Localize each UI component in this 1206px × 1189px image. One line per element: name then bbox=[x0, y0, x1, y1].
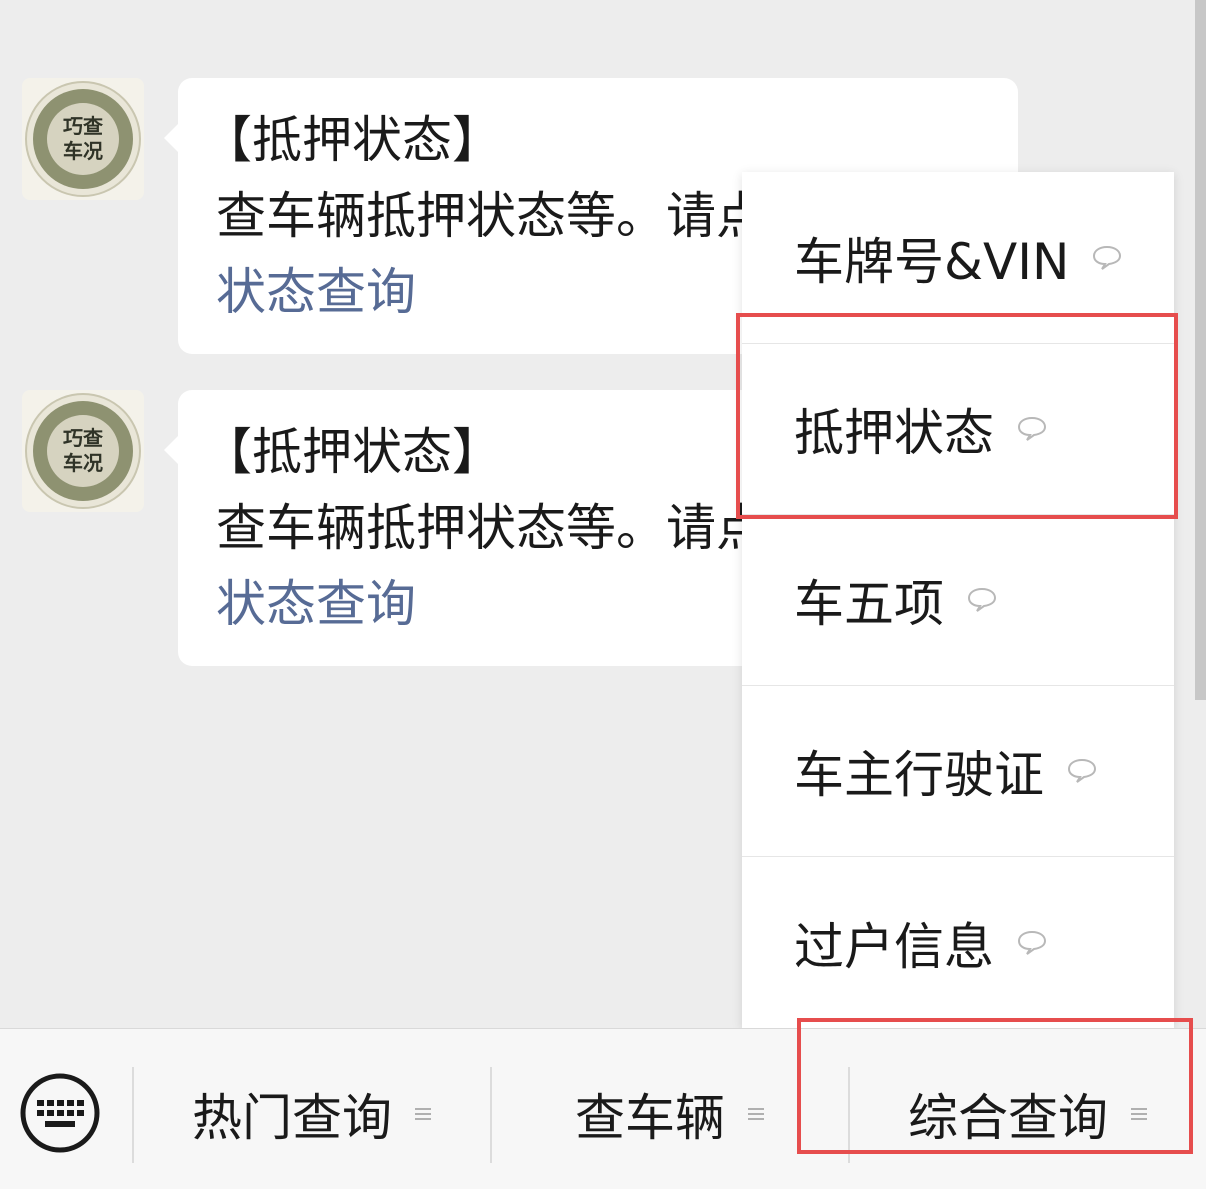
chat-bubble-icon bbox=[967, 587, 997, 612]
submenu-item-transfer-info[interactable]: 过户信息 bbox=[742, 856, 1174, 1028]
menu-hot-query-button[interactable]: 热门查询 bbox=[134, 1059, 490, 1169]
avatar-text-line1: 巧查 bbox=[63, 426, 103, 450]
submenu-item-label: 车五项 bbox=[794, 575, 944, 633]
avatar[interactable]: 巧查 车况 bbox=[22, 78, 144, 200]
avatar-text-line1: 巧查 bbox=[63, 114, 103, 138]
menu-lines-icon bbox=[1131, 1108, 1147, 1120]
keyboard-icon[interactable] bbox=[20, 1073, 100, 1153]
chat-bubble-icon bbox=[1017, 416, 1047, 441]
submenu-item-label: 过户信息 bbox=[794, 917, 994, 976]
logo-icon: 巧查 车况 bbox=[25, 393, 141, 509]
chat-bubble-icon bbox=[1067, 758, 1097, 783]
avatar[interactable]: 巧查 车况 bbox=[22, 390, 144, 512]
menu-label: 综合查询 bbox=[908, 1089, 1108, 1147]
submenu-item-label: 车牌号&VIN bbox=[794, 232, 1070, 291]
scrollbar[interactable] bbox=[1195, 0, 1206, 700]
menu-label: 热门查询 bbox=[192, 1089, 392, 1147]
menu-lines-icon bbox=[748, 1108, 764, 1120]
chat-bubble-icon bbox=[1017, 930, 1047, 955]
logo-icon: 巧查 车况 bbox=[25, 81, 141, 197]
menu-check-vehicle-button[interactable]: 查车辆 bbox=[492, 1059, 848, 1169]
status-query-link[interactable]: 状态查询 bbox=[216, 574, 416, 634]
bottom-menu-bar: 热门查询 查车辆 综合查询 bbox=[0, 1028, 1206, 1189]
submenu-item-plate-vin[interactable]: 车牌号&VIN bbox=[742, 172, 1174, 343]
submenu-item-mortgage-status[interactable]: 抵押状态 bbox=[742, 343, 1174, 514]
avatar-text-line2: 车况 bbox=[63, 139, 103, 163]
submenu-item-car-five[interactable]: 车五项 bbox=[742, 514, 1174, 685]
chat-bubble-icon bbox=[1093, 245, 1122, 270]
message-title: 【抵押状态】 bbox=[202, 111, 502, 169]
submenu-popup: 车牌号&VIN 抵押状态 车五项 车主行驶证 过户信息 bbox=[742, 172, 1174, 1028]
status-query-link[interactable]: 状态查询 bbox=[216, 262, 416, 322]
menu-label: 查车辆 bbox=[575, 1089, 725, 1147]
submenu-item-owner-license[interactable]: 车主行驶证 bbox=[742, 685, 1174, 856]
submenu-item-label: 抵押状态 bbox=[794, 404, 994, 462]
submenu-item-label: 车主行驶证 bbox=[794, 746, 1044, 804]
menu-lines-icon bbox=[415, 1108, 431, 1120]
menu-comprehensive-query-button[interactable]: 综合查询 bbox=[850, 1059, 1206, 1169]
avatar-text-line2: 车况 bbox=[63, 451, 103, 475]
message-title: 【抵押状态】 bbox=[202, 423, 502, 481]
